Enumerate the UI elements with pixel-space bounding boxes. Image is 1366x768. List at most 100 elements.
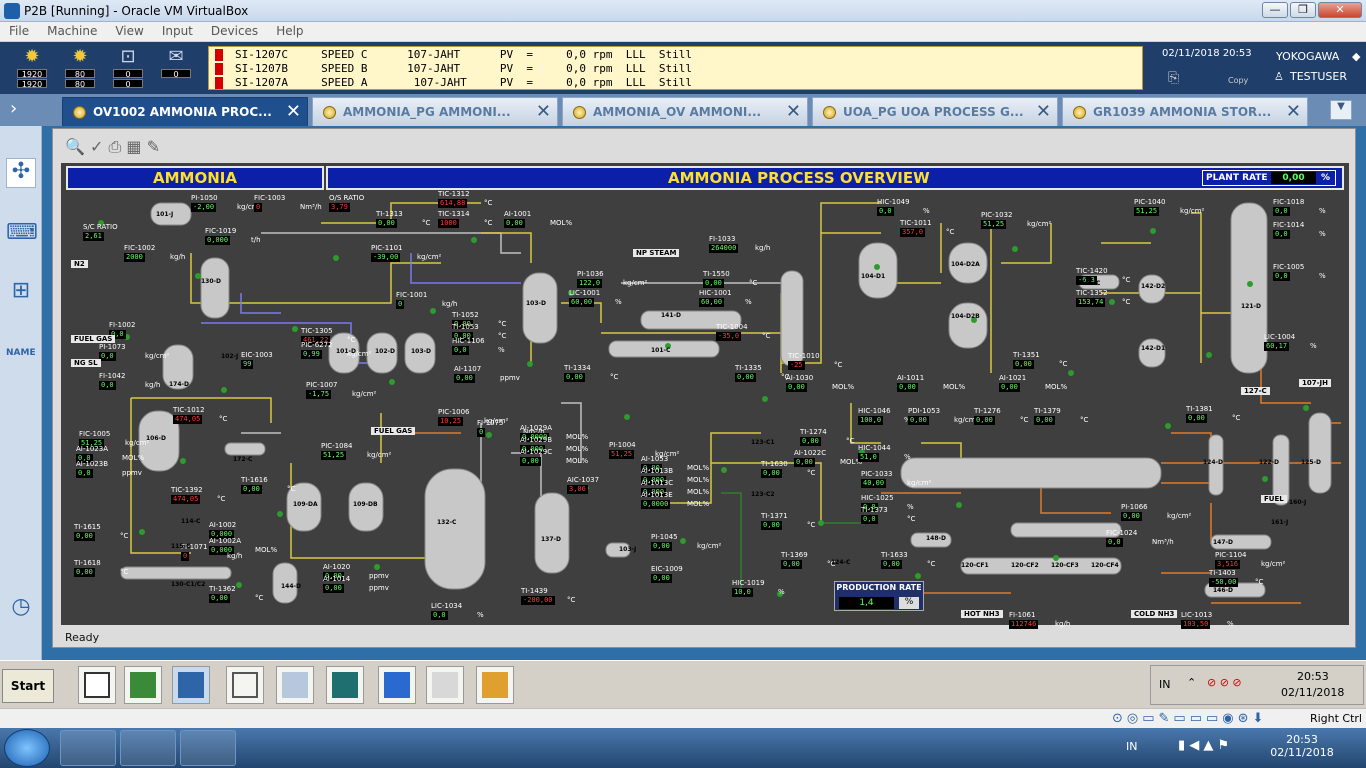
print-icon[interactable]: ⎙ — [109, 137, 122, 156]
navigate-icon[interactable]: ✣ — [6, 158, 36, 188]
stream-label[interactable]: HOT NH3 — [961, 610, 1003, 618]
tag-value[interactable]: 51,25 — [1134, 207, 1160, 216]
host-tray-icons[interactable]: ▮ ◀ ▲ ⚑ — [1178, 738, 1229, 753]
keyboard-icon[interactable]: ⌨ — [6, 220, 38, 250]
tag-value[interactable]: 0,0 — [1273, 230, 1290, 239]
tag-value[interactable]: 0,00 — [454, 374, 475, 383]
menu-view[interactable]: View — [106, 22, 152, 40]
tag-value[interactable]: -1,75 — [306, 390, 332, 399]
host-language[interactable]: IN — [1126, 740, 1137, 753]
expand-arrow-icon[interactable]: › — [10, 98, 17, 119]
windows-start-button[interactable] — [4, 729, 50, 767]
tag-value[interactable]: 0,0 — [1273, 272, 1290, 281]
alarm-system-button[interactable]: ✹ 80 80 — [62, 46, 98, 90]
edit-icon[interactable]: ✎ — [147, 137, 160, 156]
tag-value[interactable]: 0,00 — [897, 383, 918, 392]
tag-value[interactable]: 0,00 — [1013, 360, 1034, 369]
tag-value[interactable]: 0,00 — [323, 584, 344, 593]
app-folders-icon[interactable] — [476, 666, 514, 704]
tag-value[interactable]: 0,00 — [761, 469, 782, 478]
tag-value[interactable]: 0,0 — [1106, 538, 1123, 547]
tag-value[interactable]: 0,0 — [861, 515, 878, 524]
tag-value[interactable]: -25 — [788, 361, 805, 370]
tag-value[interactable]: 0,00 — [794, 458, 815, 467]
tag-value[interactable]: 51,25 — [321, 451, 347, 460]
tag-value[interactable]: 0,00 — [974, 416, 995, 425]
tag-value[interactable]: 0,00 — [735, 373, 756, 382]
stream-label[interactable]: COLD NH3 — [1131, 610, 1178, 618]
close-tab-icon[interactable]: ✕ — [1286, 101, 1301, 122]
tag-value[interactable]: 0,00 — [74, 568, 95, 577]
tag-value[interactable]: -35,0 — [716, 332, 742, 341]
close-tab-icon[interactable]: ✕ — [786, 101, 801, 122]
tag-value[interactable]: 122,0 — [577, 279, 603, 288]
name-label[interactable]: NAME — [6, 348, 36, 358]
tag-value[interactable]: 0,00 — [564, 373, 585, 382]
tag-value[interactable]: 0,00 — [520, 457, 541, 466]
tag-value[interactable]: 60,00 — [699, 298, 725, 307]
tag-value[interactable]: 0,00 — [703, 279, 724, 288]
check-icon[interactable]: ✓ — [90, 137, 103, 156]
tag-value[interactable]: 0,00 — [504, 219, 525, 228]
tag-value[interactable]: 0,00 — [1186, 414, 1207, 423]
tag-value[interactable]: 0,00 — [761, 521, 782, 530]
alarm-banner[interactable]: SI-1207C SPEED C 107-JAHT PV = 0,0 rpm L… — [208, 46, 1143, 90]
tag-value[interactable]: 0 — [477, 428, 486, 437]
host-app-virtualbox-icon[interactable] — [120, 730, 176, 766]
close-tab-icon[interactable]: ✕ — [536, 101, 551, 122]
tag-value[interactable]: 60,00 — [569, 298, 595, 307]
stream-label[interactable]: NG SL — [71, 359, 101, 367]
tag-value[interactable]: 2000 — [124, 253, 145, 262]
tag-value[interactable]: -2,00 — [191, 203, 217, 212]
tab-uoa-pg[interactable]: UOA_PG UOA PROCESS G... ✕ — [812, 97, 1058, 126]
tag-value[interactable]: 264000 — [709, 244, 739, 253]
zoom-icon[interactable]: 🔍 — [65, 137, 85, 156]
host-app-control-panel-icon[interactable] — [60, 730, 116, 766]
tab-ov1002[interactable]: OV1002 AMMONIA PROC... ✕ — [62, 97, 308, 126]
tag-value[interactable]: 0,00 — [781, 560, 802, 569]
production-rate-box[interactable]: PRODUCTION RATE 1,4 % — [834, 581, 924, 611]
tag-value[interactable]: 10,25 — [438, 417, 464, 426]
app-magnifier-icon[interactable] — [426, 666, 464, 704]
grid-icon[interactable]: ⊞ — [6, 278, 36, 308]
app-network-icon[interactable] — [124, 666, 162, 704]
tab-ammonia-ov[interactable]: AMMONIA_OV AMMONI... ✕ — [562, 97, 808, 126]
tag-value[interactable]: 0,00 — [786, 383, 807, 392]
tag-value[interactable]: 10,0 — [732, 588, 753, 597]
tag-value[interactable]: 0,00 — [74, 532, 95, 541]
host-app-paint-icon[interactable] — [180, 730, 236, 766]
menu-help[interactable]: Help — [267, 22, 312, 40]
tag-list-icon[interactable]: ▦ — [126, 137, 141, 156]
tag-value[interactable]: 0 — [396, 300, 405, 309]
alarm-row[interactable]: SI-1207A SPEED A 107-JAHT PV = 0,0 rpm L… — [209, 76, 1144, 90]
copy-icon[interactable]: ⎘ — [1168, 70, 1179, 86]
minimize-button[interactable]: — — [1262, 2, 1288, 18]
tag-value[interactable]: 100,0 — [858, 416, 884, 425]
maximize-button[interactable]: ❐ — [1290, 2, 1316, 18]
tag-value[interactable]: 474,05 — [173, 415, 203, 424]
close-tab-icon[interactable]: ✕ — [1036, 101, 1051, 122]
tag-value[interactable]: 3,06 — [567, 485, 588, 494]
app-trend-icon[interactable] — [326, 666, 364, 704]
chevron-right-icon[interactable]: ◆ — [1352, 50, 1360, 63]
tag-value[interactable]: 2,61 — [83, 232, 104, 241]
tag-value[interactable]: 0,0 — [99, 352, 116, 361]
tag-value[interactable]: 60,17 — [1264, 342, 1290, 351]
tag-value[interactable]: 0,99 — [301, 350, 322, 359]
tag-value[interactable]: 112746 — [1009, 620, 1039, 629]
stream-label[interactable]: FUEL GAS — [71, 335, 116, 343]
menu-machine[interactable]: Machine — [38, 22, 106, 40]
tray-expand-icon[interactable]: ⌃ — [1187, 676, 1196, 689]
alarm-process-button[interactable]: ✹ 1920 1920 — [14, 46, 50, 90]
tag-value[interactable]: 0,00 — [881, 560, 902, 569]
tab-dropdown-button[interactable]: ▼ — [1330, 100, 1352, 120]
tag-value[interactable]: 0,00 — [651, 574, 672, 583]
stream-label[interactable]: 107-JH — [1299, 379, 1331, 387]
tag-value[interactable]: 0 — [254, 203, 263, 212]
tag-value[interactable]: 0 — [181, 552, 190, 561]
stream-label[interactable]: 127-C — [1241, 387, 1270, 395]
copy-label[interactable]: Copy — [1228, 76, 1248, 85]
tag-value[interactable]: 3,79 — [329, 203, 350, 212]
tag-value[interactable]: 0,00 — [241, 485, 262, 494]
tag-value[interactable]: 0,00 — [1034, 416, 1055, 425]
